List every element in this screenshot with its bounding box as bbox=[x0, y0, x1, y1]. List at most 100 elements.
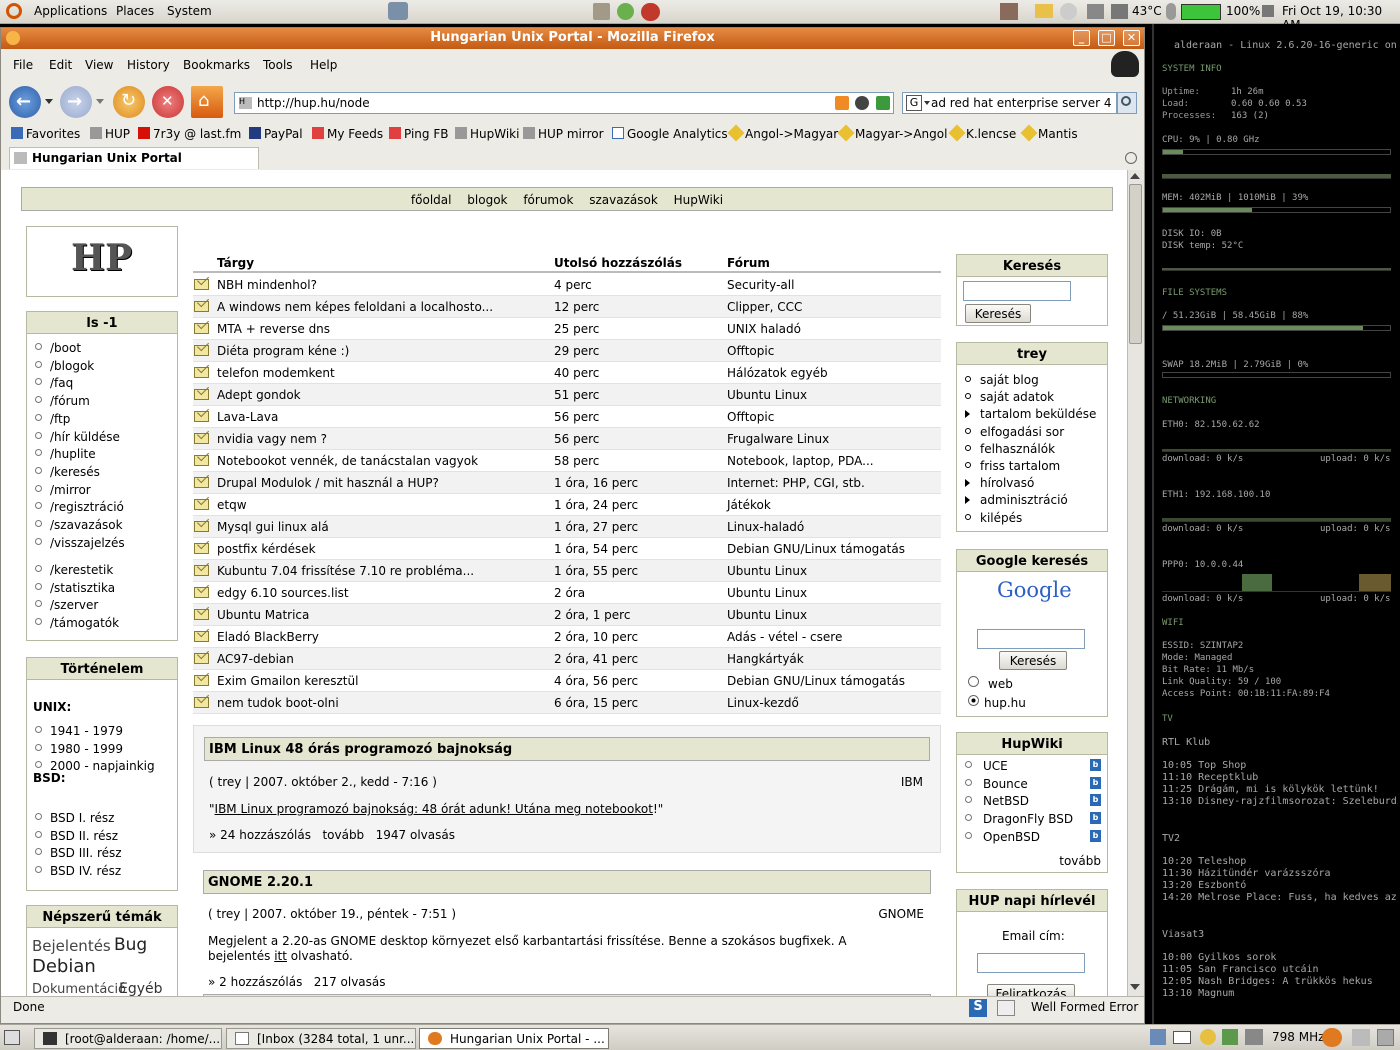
tray-cpu-icon[interactable] bbox=[1245, 1029, 1263, 1045]
user-menu-item[interactable]: kilépés bbox=[965, 511, 1022, 525]
tag-dokumentacio[interactable]: Dokumentáció bbox=[32, 982, 126, 996]
volume-icon[interactable] bbox=[1262, 5, 1274, 17]
forum-name-link[interactable]: Debian GNU/Linux támogatás bbox=[727, 674, 905, 688]
forum-name-link[interactable]: Clipper, CCC bbox=[727, 300, 802, 314]
tray-network-icon[interactable] bbox=[1150, 1029, 1166, 1045]
show-desktop-icon[interactable] bbox=[4, 1030, 20, 1045]
forum-name-link[interactable]: Ubuntu Linux bbox=[727, 388, 807, 402]
ls-item[interactable]: /hír küldése bbox=[35, 430, 120, 444]
forum-topic-link[interactable]: MTA + reverse dns bbox=[217, 322, 330, 336]
forum-name-link[interactable]: Ubuntu Linux bbox=[727, 586, 807, 600]
forward-button[interactable]: → bbox=[60, 86, 92, 118]
subscribe-button[interactable]: Feliratkozás bbox=[987, 984, 1075, 996]
forum-name-link[interactable]: Debian GNU/Linux támogatás bbox=[727, 542, 905, 556]
forum-topic-link[interactable]: Notebookot vennék, de tanácstalan vagyok bbox=[217, 454, 478, 468]
unix-history-link[interactable]: 1980 - 1999 bbox=[35, 742, 123, 756]
ls-item[interactable]: /faq bbox=[35, 376, 73, 390]
task-terminal[interactable]: [root@alderaan: /home/... bbox=[34, 1028, 222, 1049]
nav-szavazasok[interactable]: szavazások bbox=[589, 193, 658, 207]
bsd-history-link[interactable]: BSD I. rész bbox=[35, 811, 114, 825]
bookmark-paypal[interactable]: PayPal bbox=[249, 127, 303, 141]
ls-item[interactable]: /szavazások bbox=[35, 518, 123, 532]
user-menu-item[interactable]: tartalom beküldése bbox=[965, 407, 1096, 421]
bookmark-lastfm[interactable]: 7r3y @ last.fm bbox=[138, 127, 241, 141]
wiki-bookmark-icon[interactable]: b bbox=[1090, 794, 1101, 807]
ls-item[interactable]: /regisztráció bbox=[35, 500, 124, 514]
url-bar[interactable]: H http://hup.hu/node bbox=[234, 92, 894, 114]
wiki-more-link[interactable]: tovább bbox=[1059, 854, 1101, 868]
tray-monitor-icon[interactable] bbox=[1087, 4, 1104, 19]
scroll-down-arrow[interactable] bbox=[1130, 984, 1140, 990]
forum-name-link[interactable]: Notebook, laptop, PDA... bbox=[727, 454, 874, 468]
workspace-switcher[interactable] bbox=[1352, 1029, 1370, 1046]
mail-status-icon[interactable] bbox=[997, 1000, 1015, 1016]
forum-topic-link[interactable]: Kubuntu 7.04 frissítése 7.10 re probléma… bbox=[217, 564, 474, 578]
battery-icon[interactable] bbox=[1181, 4, 1221, 20]
tray-user-icon[interactable] bbox=[1200, 1029, 1216, 1045]
wiki-bookmark-icon[interactable]: b bbox=[1090, 812, 1101, 825]
tray-battery-icon[interactable] bbox=[1222, 1029, 1238, 1045]
ls-item[interactable]: /fórum bbox=[35, 394, 90, 408]
firefox-launcher-icon[interactable] bbox=[1322, 1028, 1342, 1047]
node-comments[interactable]: 24 hozzászólás bbox=[220, 828, 311, 842]
menu-bookmarks[interactable]: Bookmarks bbox=[183, 58, 250, 72]
forum-topic-link[interactable]: nvidia vagy nem ? bbox=[217, 432, 327, 446]
security-status-icon[interactable] bbox=[855, 96, 869, 110]
tray-folder-icon[interactable] bbox=[1035, 4, 1053, 18]
user-menu-item[interactable]: elfogadási sor bbox=[965, 425, 1064, 439]
wiki-link[interactable]: UCE bbox=[965, 759, 1008, 773]
bsd-history-link[interactable]: BSD III. rész bbox=[35, 846, 122, 860]
tag-bejelentes[interactable]: Bejelentés bbox=[32, 937, 111, 955]
stop-button[interactable]: ✕ bbox=[152, 86, 184, 118]
system-menu[interactable]: System bbox=[167, 4, 212, 18]
forum-name-link[interactable]: Hálózatok egyéb bbox=[727, 366, 828, 380]
search-engine-dropdown[interactable] bbox=[924, 101, 930, 105]
ls-item[interactable]: /ftp bbox=[35, 412, 70, 426]
forum-topic-link[interactable]: postfix kérdések bbox=[217, 542, 316, 556]
wiki-link[interactable]: Bounce bbox=[965, 777, 1028, 791]
bookmark-favorites[interactable]: Favorites bbox=[11, 127, 80, 141]
task-firefox[interactable]: Hungarian Unix Portal - ... bbox=[419, 1028, 609, 1049]
tab-close-icon[interactable] bbox=[1125, 152, 1137, 164]
forum-name-link[interactable]: Játékok bbox=[727, 498, 771, 512]
tag-debian[interactable]: Debian bbox=[32, 956, 96, 977]
forum-name-link[interactable]: Offtopic bbox=[727, 410, 774, 424]
tray-display-icon[interactable] bbox=[1000, 3, 1018, 20]
unix-history-link[interactable]: 1941 - 1979 bbox=[35, 724, 123, 738]
user-menu-item[interactable]: saját blog bbox=[965, 373, 1039, 387]
rss-feed-icon[interactable] bbox=[835, 96, 849, 110]
ls-item[interactable]: /mirror bbox=[35, 483, 91, 497]
google-search-button[interactable]: Keresés bbox=[999, 651, 1067, 670]
node-tag[interactable]: GNOME bbox=[878, 907, 924, 921]
node-title[interactable]: IBM Linux 48 órás programozó bajnokság bbox=[204, 737, 930, 761]
bookmark-klencse[interactable]: K.lencse bbox=[948, 124, 1016, 142]
node-tag[interactable]: IBM bbox=[901, 775, 923, 789]
wiki-link[interactable]: DragonFly BSD bbox=[965, 812, 1073, 826]
search-engine-google-icon[interactable]: G bbox=[906, 95, 922, 111]
node-quote-link[interactable]: IBM Linux programozó bajnokság: 48 órát … bbox=[215, 802, 653, 816]
forum-name-link[interactable]: Adás - vétel - csere bbox=[727, 630, 842, 644]
ls-item[interactable]: /boot bbox=[35, 341, 81, 355]
ubuntu-logo-icon[interactable] bbox=[6, 3, 22, 19]
forum-topic-link[interactable]: NBH mindenhol? bbox=[217, 278, 317, 292]
forum-name-link[interactable]: Hangkártyák bbox=[727, 652, 804, 666]
forum-name-link[interactable]: Linux-kezdő bbox=[727, 696, 799, 710]
nav-hupwiki[interactable]: HupWiki bbox=[674, 193, 723, 207]
ls-item[interactable]: /huplite bbox=[35, 447, 96, 461]
forward-history-dropdown[interactable] bbox=[96, 99, 104, 104]
tray-clock-icon[interactable] bbox=[1060, 3, 1077, 20]
play-launcher-icon[interactable] bbox=[617, 3, 634, 20]
tray-mail-icon[interactable] bbox=[1173, 1031, 1191, 1044]
forum-topic-link[interactable]: Exim Gmailon keresztül bbox=[217, 674, 358, 688]
google-search-input[interactable] bbox=[977, 629, 1085, 649]
bookmark-angol-magyar[interactable]: Angol->Magyar bbox=[727, 124, 838, 142]
tab-hup[interactable]: Hungarian Unix Portal bbox=[9, 147, 259, 169]
tray-chip-icon[interactable] bbox=[1111, 4, 1128, 19]
bookmark-magyar-angol[interactable]: Magyar->Angol bbox=[837, 124, 947, 142]
tag-bug[interactable]: Bug bbox=[114, 935, 147, 955]
user-menu-item[interactable]: felhasználók bbox=[965, 442, 1055, 456]
close-button[interactable]: ✕ bbox=[1123, 30, 1140, 46]
ls-item[interactable]: /keresés bbox=[35, 465, 100, 479]
tag-egyeb[interactable]: Egyéb bbox=[119, 981, 163, 996]
forum-topic-link[interactable]: Drupal Modulok / mit használ a HUP? bbox=[217, 476, 439, 490]
